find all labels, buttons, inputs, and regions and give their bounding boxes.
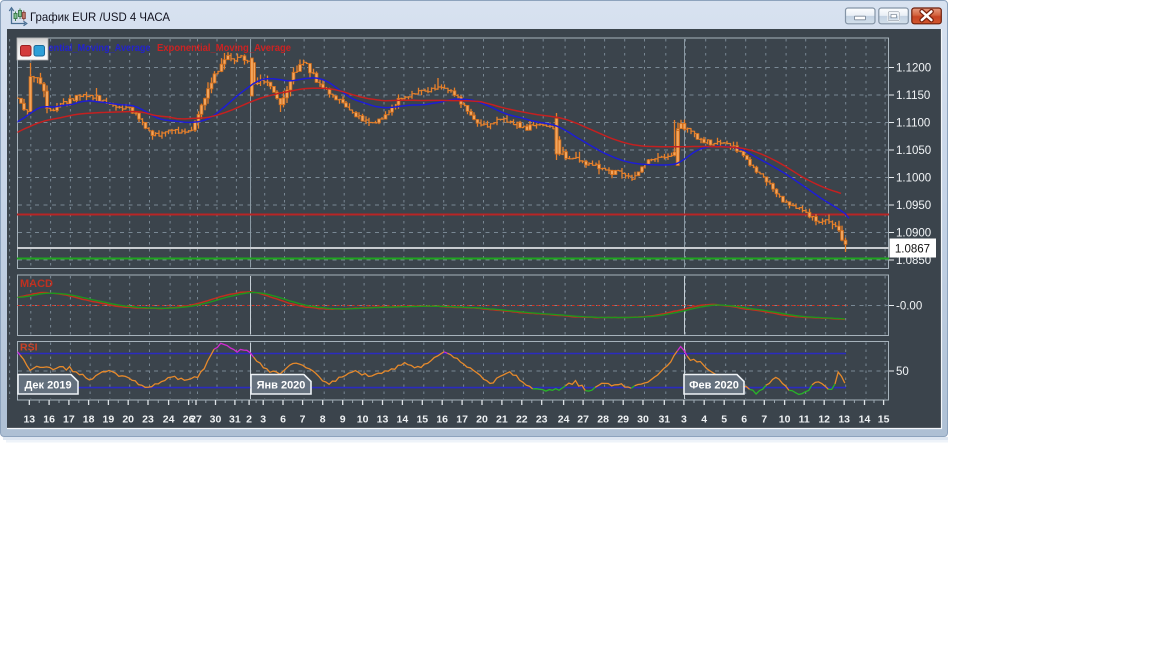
svg-text:1.1100: 1.1100 — [896, 118, 930, 130]
svg-text:4: 4 — [701, 414, 707, 426]
svg-text:1.0867: 1.0867 — [895, 244, 930, 256]
svg-text:20: 20 — [476, 414, 488, 426]
svg-text:6: 6 — [280, 414, 286, 426]
svg-text:21: 21 — [496, 414, 508, 426]
svg-text:15: 15 — [416, 414, 428, 426]
svg-text:9: 9 — [340, 414, 346, 426]
svg-text:30: 30 — [637, 414, 649, 426]
svg-text:31: 31 — [658, 414, 670, 426]
svg-text:1.0950: 1.0950 — [896, 200, 931, 212]
svg-text:29: 29 — [617, 414, 629, 426]
svg-text:Фев 2020: Фев 2020 — [689, 380, 739, 392]
svg-text:ential_Moving_Average: ential_Moving_Average — [49, 42, 151, 54]
svg-text:Янв 2020: Янв 2020 — [257, 380, 306, 392]
svg-text:График EUR /USD 4 ЧАСА: График EUR /USD 4 ЧАСА — [30, 10, 170, 24]
svg-text:1.1150: 1.1150 — [896, 90, 930, 102]
svg-text:1.1000: 1.1000 — [896, 173, 931, 185]
svg-text:27: 27 — [190, 414, 202, 426]
svg-text:3: 3 — [681, 414, 687, 426]
svg-text:2: 2 — [246, 414, 252, 426]
svg-text:RSI: RSI — [20, 342, 38, 354]
svg-text:MACD: MACD — [20, 278, 53, 290]
svg-text:1.0900: 1.0900 — [896, 228, 931, 240]
svg-text:14: 14 — [859, 414, 871, 426]
svg-text:13: 13 — [23, 414, 35, 426]
svg-text:1.1200: 1.1200 — [896, 63, 931, 75]
svg-text:24: 24 — [163, 414, 175, 426]
svg-text:7: 7 — [761, 414, 767, 426]
svg-text:31: 31 — [229, 414, 241, 426]
svg-text:19: 19 — [103, 414, 115, 426]
svg-text:7: 7 — [300, 414, 306, 426]
svg-text:15: 15 — [878, 414, 890, 426]
svg-text:Дек 2019: Дек 2019 — [24, 380, 71, 392]
svg-text:50: 50 — [896, 366, 909, 378]
svg-text:10: 10 — [357, 414, 369, 426]
svg-text:11: 11 — [799, 414, 810, 426]
svg-text:16: 16 — [436, 414, 448, 426]
svg-text:3: 3 — [260, 414, 266, 426]
svg-text:13: 13 — [838, 414, 850, 426]
svg-text:6: 6 — [741, 414, 747, 426]
svg-text:-0.00: -0.00 — [896, 301, 922, 313]
svg-text:5: 5 — [721, 414, 727, 426]
svg-text:27: 27 — [577, 414, 589, 426]
svg-text:28: 28 — [597, 414, 609, 426]
svg-text:Exponential_Moving_Average: Exponential_Moving_Average — [157, 42, 291, 54]
svg-text:13: 13 — [377, 414, 389, 426]
svg-text:20: 20 — [122, 414, 134, 426]
svg-text:12: 12 — [818, 414, 830, 426]
svg-text:23: 23 — [536, 414, 548, 426]
svg-text:30: 30 — [210, 414, 222, 426]
svg-text:24: 24 — [558, 414, 570, 426]
svg-text:18: 18 — [83, 414, 95, 426]
svg-text:14: 14 — [397, 414, 409, 426]
svg-text:22: 22 — [516, 414, 528, 426]
svg-text:10: 10 — [779, 414, 791, 426]
svg-text:17: 17 — [456, 414, 468, 426]
svg-text:8: 8 — [320, 414, 326, 426]
svg-text:17: 17 — [63, 414, 75, 426]
svg-text:16: 16 — [43, 414, 55, 426]
svg-text:1.1050: 1.1050 — [896, 145, 931, 157]
svg-text:23: 23 — [142, 414, 154, 426]
